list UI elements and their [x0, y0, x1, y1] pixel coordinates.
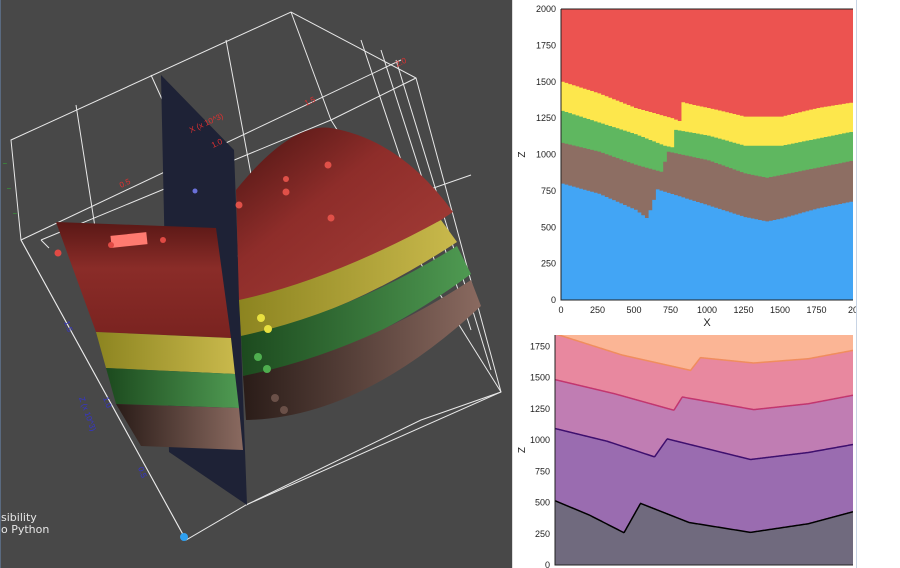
caption-line-2: o Python	[1, 523, 50, 536]
y-tick-label: 1250	[536, 113, 556, 123]
y-tick-label: 500	[541, 222, 556, 232]
y-tick-label: 1250	[530, 404, 550, 414]
x-tick: 1.5	[303, 95, 317, 108]
green-surface-left	[106, 368, 239, 408]
geology-contour-chart: 0 250 500 750 1000 1250 1500 1750 Z	[517, 335, 853, 568]
y-tick-label: 0	[545, 560, 550, 568]
x-tick-label: 750	[663, 305, 678, 315]
y-tick-label: 500	[535, 498, 550, 508]
x-axis-label: X	[703, 317, 711, 329]
y-tick-label: 1500	[536, 77, 556, 87]
brown-surface-left	[116, 404, 243, 450]
y-tick-label: 1000	[536, 150, 556, 160]
x-tick-label: 1250	[733, 305, 753, 315]
3d-scene[interactable]: X (x 10^3) 0.5 1.0 1.5 2.0 Z (x 10^3) 1.…	[1, 0, 513, 568]
y-tick-label: 750	[535, 466, 550, 476]
y-tick-label: 250	[541, 259, 556, 269]
y-tick-label: 750	[541, 186, 556, 196]
z-axis-label: Z (x 10^3)	[77, 396, 98, 433]
y-tick-label: 1500	[530, 373, 550, 383]
yellow-surface-left	[96, 332, 235, 374]
x-tick-label: 20	[848, 305, 856, 315]
plot-area	[561, 9, 853, 300]
x-tick-label: 1000	[697, 305, 717, 315]
y-tick-label: 250	[535, 529, 550, 539]
y-tick-label: 1000	[530, 435, 550, 445]
y-axis-label: Z	[517, 447, 528, 453]
x-tick-label: 0	[558, 305, 563, 315]
y-tick-label: 1750	[536, 40, 556, 50]
plot-area	[555, 335, 853, 565]
x-tick-label: 500	[626, 305, 641, 315]
y-axis-ticks: – – –	[3, 160, 17, 217]
z-tick: 1.0	[101, 396, 113, 410]
svg-text:–: –	[13, 210, 17, 217]
y-axis-label: Z	[517, 151, 528, 157]
x-tick-label: 250	[590, 305, 605, 315]
x-tick-label: 1500	[770, 305, 790, 315]
charts-panel: 0 250 500 750 1000 1250 1500 1750 2000 0 250 500 750…	[512, 0, 858, 568]
x-tick: 2.0	[394, 56, 408, 69]
y-tick-label: 2000	[536, 4, 556, 14]
x-tick-label: 1750	[806, 305, 826, 315]
z-tick: 1.5	[62, 320, 74, 334]
y-tick-label: 0	[551, 295, 556, 305]
y-tick-label: 1750	[530, 341, 550, 351]
svg-text:–: –	[3, 160, 7, 167]
geology-block-chart: 0 250 500 750 1000 1250 1500 1750 2000 0 250 500 750…	[517, 4, 858, 329]
3d-viewer[interactable]: X (x 10^3) 0.5 1.0 1.5 2.0 Z (x 10^3) 1.…	[0, 0, 512, 568]
svg-text:–: –	[7, 185, 11, 192]
